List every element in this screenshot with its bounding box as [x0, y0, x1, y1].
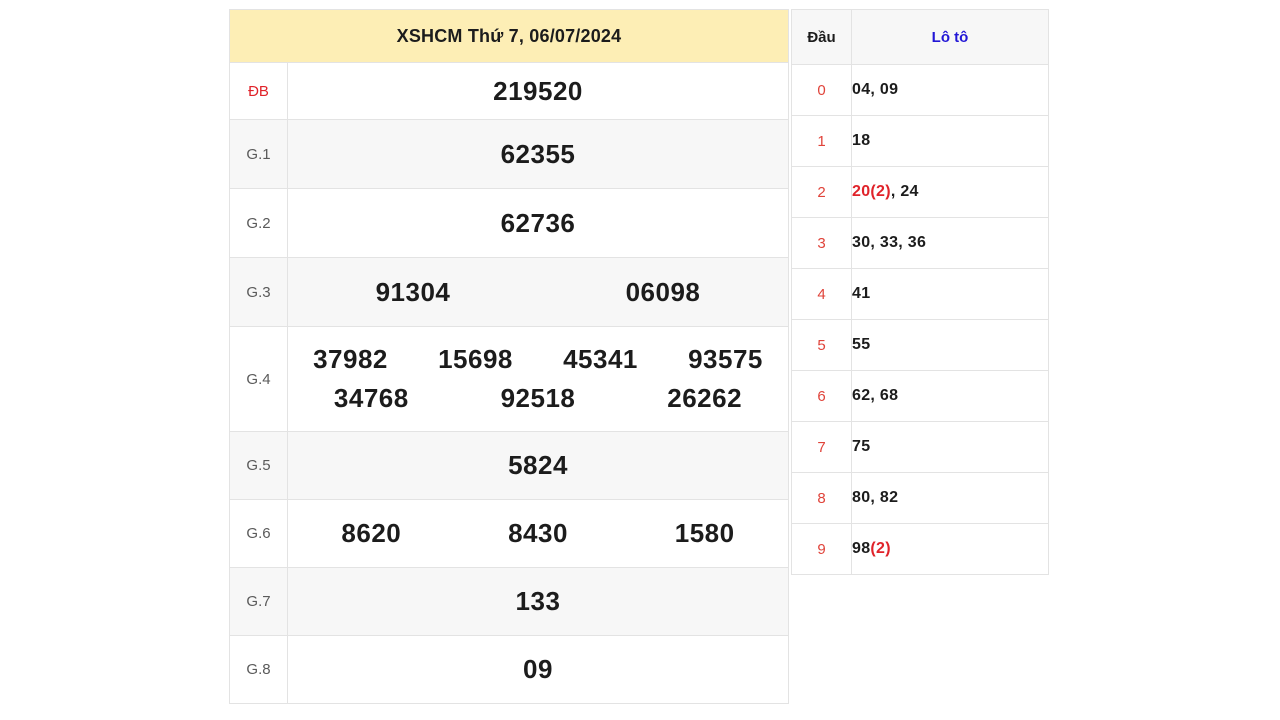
prize-number-g7-0: 133	[515, 586, 561, 616]
loto-plain-9: 98	[852, 540, 871, 557]
loto-plain-3: 30, 33, 36	[852, 234, 927, 251]
prize-number-g2-0: 62736	[500, 207, 576, 238]
loto-plain-6: 62, 68	[852, 387, 899, 404]
loto-values-6: 62, 68	[851, 370, 1049, 422]
prize-g4-line-2: 34768 92518 26262	[288, 383, 788, 414]
loto-row: 5 55	[791, 319, 1049, 371]
loto-values-5: 55	[851, 319, 1049, 371]
prize-label-g5: G.5	[229, 431, 288, 500]
loto-row: 3 30, 33, 36	[791, 217, 1049, 269]
loto-head-1: 1	[791, 115, 852, 167]
prize-number-g4-0: 37982	[313, 344, 388, 374]
prize-values-g8: 09	[287, 635, 789, 704]
prize-values-g3: 91304 06098	[287, 257, 789, 327]
loto-row: 4 41	[791, 268, 1049, 320]
loto-head-8: 8	[791, 472, 852, 524]
loto-plain-7: 75	[852, 438, 871, 455]
loto-hot-2: 20(2)	[852, 183, 891, 200]
prize-number-db: 219520	[493, 75, 583, 106]
loto-values-2: 20(2), 24	[851, 166, 1049, 218]
loto-values-4: 41	[851, 268, 1049, 320]
loto-values-0: 04, 09	[851, 64, 1049, 116]
loto-values-3: 30, 33, 36	[851, 217, 1049, 269]
loto-header-dau: Đầu	[791, 9, 852, 65]
prize-label-g4: G.4	[229, 326, 288, 432]
prize-number-g4-3: 93575	[688, 344, 763, 374]
loto-head-5: 5	[791, 319, 852, 371]
prize-row-g3: G.3 91304 06098	[229, 257, 789, 327]
prize-number-g4-6: 26262	[667, 383, 743, 413]
prize-label-g8: G.8	[229, 635, 288, 704]
loto-row: 1 18	[791, 115, 1049, 167]
prize-values-db: 219520	[287, 62, 789, 120]
prize-number-g3-0: 91304	[375, 276, 451, 307]
prize-number-g4-1: 15698	[438, 344, 513, 374]
loto-row: 9 98(2)	[791, 523, 1049, 575]
lottery-result-table: XSHCM Thứ 7, 06/07/2024 ĐB 219520 G.1 62…	[229, 9, 789, 704]
loto-hot-9: (2)	[870, 540, 891, 557]
prize-row-db: ĐB 219520	[229, 62, 789, 120]
prize-number-g6-0: 8620	[341, 518, 402, 548]
prize-number-g6-1: 8430	[508, 518, 568, 548]
prize-g4-line-1: 37982 15698 45341 93575	[288, 344, 788, 375]
loto-tail-2: , 24	[890, 183, 919, 200]
prize-values-g1: 62355	[287, 119, 789, 189]
lottery-result-page: XSHCM Thứ 7, 06/07/2024 ĐB 219520 G.1 62…	[0, 0, 1280, 720]
prize-label-g6: G.6	[229, 499, 288, 568]
prize-label-g2: G.2	[229, 188, 288, 258]
prize-row-g2: G.2 62736	[229, 188, 789, 258]
prize-row-g5: G.5 5824	[229, 431, 789, 500]
prize-label-g3: G.3	[229, 257, 288, 327]
prize-row-g4: G.4 37982 15698 45341 93575 34768 92518 …	[229, 326, 789, 432]
prize-number-g1-0: 62355	[500, 138, 576, 169]
prize-number-g5-0: 5824	[508, 450, 568, 480]
loto-row: 7 75	[791, 421, 1049, 473]
prize-values-g7: 133	[287, 567, 789, 636]
prize-label-db: ĐB	[229, 62, 288, 120]
loto-head-4: 4	[791, 268, 852, 320]
loto-plain-4: 41	[852, 285, 871, 302]
loto-header-row: Đầu Lô tô	[791, 9, 1049, 65]
prize-values-g6: 8620 8430 1580	[287, 499, 789, 568]
prize-row-g8: G.8 09	[229, 635, 789, 704]
loto-values-8: 80, 82	[851, 472, 1049, 524]
prize-values-g2: 62736	[287, 188, 789, 258]
loto-head-7: 7	[791, 421, 852, 473]
prize-row-g6: G.6 8620 8430 1580	[229, 499, 789, 568]
loto-head-9: 9	[791, 523, 852, 575]
loto-plain-0: 04, 09	[852, 81, 899, 98]
loto-row: 6 62, 68	[791, 370, 1049, 422]
prize-number-g3-1: 06098	[625, 276, 701, 307]
loto-header-loto: Lô tô	[851, 9, 1049, 65]
loto-values-9: 98(2)	[851, 523, 1049, 575]
prize-values-g4: 37982 15698 45341 93575 34768 92518 2626…	[287, 326, 789, 432]
prize-label-g7: G.7	[229, 567, 288, 636]
loto-head-3: 3	[791, 217, 852, 269]
loto-values-7: 75	[851, 421, 1049, 473]
loto-plain-1: 18	[852, 132, 871, 149]
prize-number-g4-5: 92518	[500, 383, 576, 413]
prize-number-g6-2: 1580	[674, 518, 735, 548]
loto-values-1: 18	[851, 115, 1049, 167]
loto-table: Đầu Lô tô 0 04, 09 1 18 2 20(2), 24 3 30…	[791, 9, 1049, 575]
prize-row-g7: G.7 133	[229, 567, 789, 636]
loto-head-6: 6	[791, 370, 852, 422]
prize-row-g1: G.1 62355	[229, 119, 789, 189]
loto-head-0: 0	[791, 64, 852, 116]
prize-number-g4-4: 34768	[333, 383, 409, 413]
result-table-header-row: XSHCM Thứ 7, 06/07/2024	[229, 9, 789, 63]
prize-number-g8-0: 09	[523, 654, 553, 684]
loto-head-2: 2	[791, 166, 852, 218]
prize-values-g5: 5824	[287, 431, 789, 500]
loto-row: 8 80, 82	[791, 472, 1049, 524]
loto-row: 2 20(2), 24	[791, 166, 1049, 218]
prize-label-g1: G.1	[229, 119, 288, 189]
prize-number-g4-2: 45341	[563, 344, 638, 374]
loto-row: 0 04, 09	[791, 64, 1049, 116]
result-table-title: XSHCM Thứ 7, 06/07/2024	[229, 9, 789, 63]
loto-plain-5: 55	[852, 336, 871, 353]
loto-plain-8: 80, 82	[852, 489, 899, 506]
